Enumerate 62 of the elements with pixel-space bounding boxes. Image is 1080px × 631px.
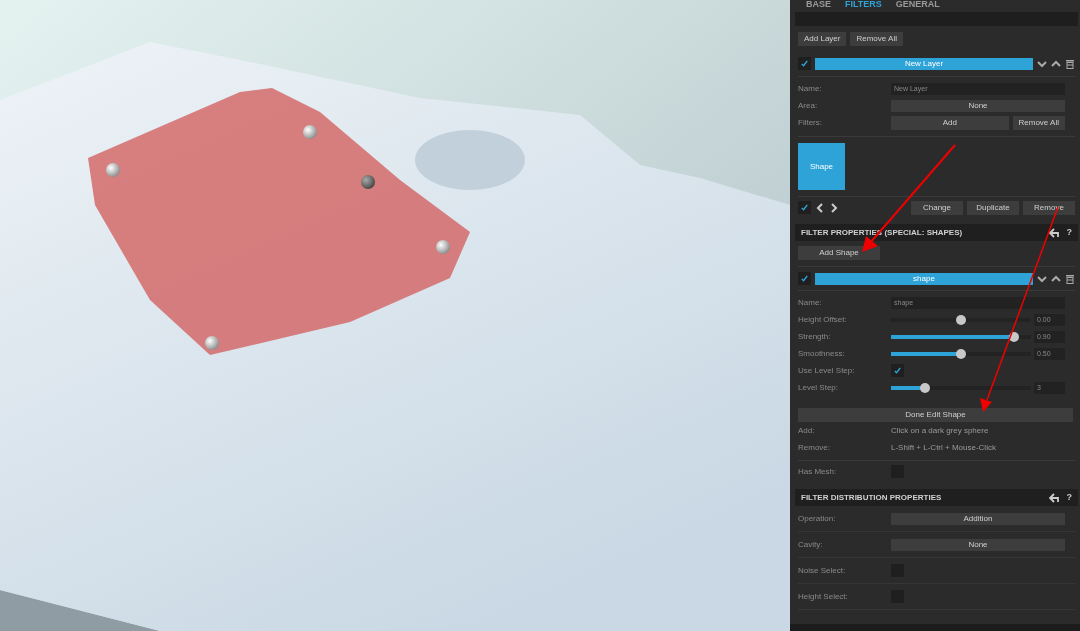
dropdown[interactable]: None <box>891 99 1065 112</box>
field-label: Use Level Step: <box>798 364 856 377</box>
field-label: Height Select: <box>798 590 849 603</box>
field-label: Smoothness: <box>798 347 846 360</box>
slider-thumb[interactable] <box>1009 331 1020 342</box>
action-button[interactable]: Add <box>891 115 1009 130</box>
field-label: Name: <box>798 82 823 95</box>
toolbar-button[interactable]: Add Layer <box>798 32 847 46</box>
hint-text: L-Shift + L-Ctrl + Mouse-Click <box>891 441 996 454</box>
checkbox[interactable] <box>798 272 811 285</box>
check-icon <box>800 274 809 283</box>
done-edit-button[interactable]: Done Edit Shape <box>798 408 1073 422</box>
tab[interactable]: BASE <box>806 0 831 10</box>
check-icon <box>800 203 809 212</box>
slider-track[interactable] <box>891 381 1031 394</box>
slider-thumb[interactable] <box>919 382 930 393</box>
chevron-down-icon[interactable] <box>1037 273 1047 284</box>
section-title: FILTER DISTRIBUTION PROPERTIES <box>801 491 943 504</box>
checkbox[interactable] <box>798 201 811 214</box>
action-button[interactable]: Duplicate <box>967 200 1019 215</box>
field-label: Noise Select: <box>798 564 847 577</box>
chevron-left-icon[interactable] <box>815 202 825 213</box>
field-label: Has Mesh: <box>798 465 838 478</box>
tab[interactable]: FILTERS <box>845 0 882 10</box>
field-label: Operation: <box>798 512 837 525</box>
action-button[interactable]: Change <box>911 200 963 215</box>
help-button[interactable]: ? <box>1066 490 1072 505</box>
dropdown[interactable]: None <box>891 538 1065 551</box>
back-arrow-icon[interactable] <box>1048 492 1059 503</box>
chevron-down-icon[interactable] <box>1037 58 1047 69</box>
field-label: Height Offset: <box>798 313 848 326</box>
toolbar-button[interactable]: Remove All <box>850 32 903 46</box>
field-label: Cavity: <box>798 538 824 551</box>
field-label: Remove: <box>798 441 831 454</box>
trash-icon[interactable] <box>1065 58 1075 69</box>
chevron-up-icon[interactable] <box>1051 58 1061 69</box>
dropdown[interactable]: Addition <box>891 512 1065 525</box>
help-button[interactable]: ? <box>1066 225 1072 240</box>
field-label: Area: <box>798 99 819 112</box>
add-shape-button[interactable]: Add Shape <box>798 246 880 260</box>
field-label: Strength: <box>798 330 832 343</box>
field-label: Add: <box>798 424 816 437</box>
field-label: Name: <box>798 296 823 309</box>
field-label: Filters: <box>798 116 823 129</box>
slider-track[interactable] <box>891 347 1031 360</box>
slider-thumb[interactable] <box>956 348 966 359</box>
hint-text: Click on a dark grey sphere <box>891 424 989 437</box>
back-arrow-icon[interactable] <box>1048 227 1059 238</box>
action-button[interactable]: Remove All <box>1012 115 1065 130</box>
check-icon <box>893 366 902 375</box>
slider-track[interactable] <box>891 313 1031 326</box>
field-label: Level Step: <box>798 381 840 394</box>
trash-icon[interactable] <box>1065 273 1075 284</box>
check-icon <box>800 59 809 68</box>
checkbox[interactable] <box>798 57 811 70</box>
chevron-right-icon[interactable] <box>829 202 839 213</box>
tab[interactable]: GENERAL <box>895 0 940 10</box>
slider-track[interactable] <box>891 330 1031 343</box>
chevron-up-icon[interactable] <box>1051 273 1061 284</box>
action-button[interactable]: Remove <box>1023 200 1075 215</box>
slider-thumb[interactable] <box>956 314 966 325</box>
checkbox[interactable] <box>891 364 904 377</box>
